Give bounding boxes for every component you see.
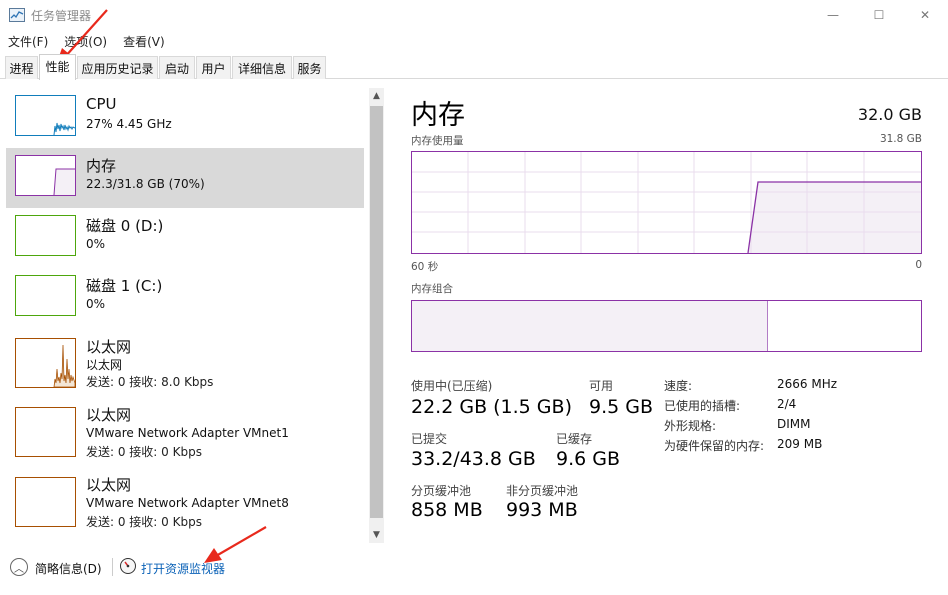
tab-performance[interactable]: 性能 — [39, 54, 76, 80]
sidebar-item-detail: 22.3/31.8 GB (70%) — [86, 177, 205, 191]
memory-total: 32.0 GB — [857, 105, 922, 124]
memory-usage-graph — [411, 151, 922, 254]
sidebar-item-ethernet[interactable]: 以太网 以太网 发送: 0 接收: 8.0 Kbps — [6, 328, 364, 396]
ethernet-thumbnail — [15, 477, 76, 527]
resource-monitor-icon[interactable] — [120, 558, 136, 574]
footer-bar: ︿ 简略信息(D) 打开资源监视器 — [0, 555, 948, 595]
graph-axis-right: 0 — [915, 259, 922, 271]
cached-value: 9.6 GB — [556, 448, 621, 470]
sidebar-item-label: 以太网 — [86, 406, 132, 424]
cached-label: 已缓存 — [556, 432, 593, 446]
menu-view[interactable]: 查看(V) — [115, 31, 173, 51]
in-use-label: 使用中(已压缩) — [411, 379, 493, 393]
sidebar-item-throughput: 发送: 0 接收: 0 Kbps — [86, 445, 202, 459]
speed-value: 2666 MHz — [777, 377, 838, 391]
memory-usage-chart — [412, 152, 921, 253]
form-factor-label: 外形规格: — [664, 419, 717, 433]
form-factor-value: DIMM — [777, 417, 811, 431]
disk-thumbnail — [15, 275, 76, 316]
hardware-reserved-label: 为硬件保留的内存: — [664, 439, 765, 453]
annotation-arrow-icon — [204, 526, 267, 563]
sidebar-item-disk-0[interactable]: 磁盘 0 (D:) 0% — [6, 208, 364, 268]
scroll-down-button[interactable]: ▼ — [369, 527, 384, 543]
sidebar-item-detail: 27% 4.45 GHz — [86, 117, 172, 131]
chevron-down-icon: ▼ — [373, 530, 380, 540]
in-use-value: 22.2 GB (1.5 GB) — [411, 396, 572, 418]
tab-services[interactable]: 服务 — [293, 56, 326, 79]
sidebar-scrollbar[interactable]: ▲ ▼ — [369, 88, 384, 543]
graph-axis-left: 60 秒 — [411, 261, 439, 273]
tab-bar: 进程 性能 应用历史记录 启动 用户 详细信息 服务 — [0, 54, 948, 80]
speed-label: 速度: — [664, 379, 693, 393]
resource-list: CPU 27% 4.45 GHz 内存 22.3/31.8 GB (70%) 磁… — [0, 86, 384, 546]
available-label: 可用 — [589, 379, 614, 393]
sidebar-item-detail: 0% — [86, 237, 106, 251]
sidebar-item-label: CPU — [86, 95, 117, 113]
memory-thumbnail — [15, 155, 76, 196]
sidebar-item-detail: 以太网 — [86, 358, 123, 372]
minimize-icon: — — [827, 8, 839, 22]
cpu-thumbnail — [15, 95, 76, 136]
sidebar-item-label: 磁盘 0 (D:) — [86, 217, 164, 235]
slots-used-value: 2/4 — [777, 397, 797, 411]
usage-graph-label: 内存使用量 — [411, 135, 464, 147]
sidebar-item-detail: VMware Network Adapter VMnet8 — [86, 496, 289, 510]
nonpaged-pool-label: 非分页缓冲池 — [506, 484, 579, 498]
composition-label: 内存组合 — [411, 283, 453, 295]
scroll-thumb[interactable] — [370, 106, 383, 518]
paged-pool-label: 分页缓冲池 — [411, 484, 472, 498]
fewer-details-button[interactable]: 简略信息(D) — [35, 560, 102, 577]
sidebar-item-detail: 0% — [86, 297, 106, 311]
slots-used-label: 已使用的插槽: — [664, 399, 741, 413]
page-title: 内存 — [411, 100, 465, 131]
sidebar-item-memory[interactable]: 内存 22.3/31.8 GB (70%) — [6, 148, 364, 208]
sidebar-item-label: 以太网 — [86, 476, 132, 494]
sidebar-item-cpu[interactable]: CPU 27% 4.45 GHz — [6, 88, 364, 148]
footer-divider — [112, 558, 113, 576]
chevron-up-icon: ▲ — [373, 91, 380, 101]
sidebar-item-detail: VMware Network Adapter VMnet1 — [86, 426, 289, 440]
minimize-button[interactable]: — — [810, 0, 856, 30]
usage-graph-max: 31.8 GB — [879, 133, 922, 145]
sidebar-item-throughput: 发送: 0 接收: 8.0 Kbps — [86, 375, 214, 389]
maximize-icon: ☐ — [873, 8, 885, 22]
menu-file[interactable]: 文件(F) — [0, 31, 56, 51]
close-icon: ✕ — [919, 8, 931, 22]
sidebar-item-throughput: 发送: 0 接收: 0 Kbps — [86, 515, 202, 529]
hardware-reserved-value: 209 MB — [777, 437, 823, 451]
tab-details[interactable]: 详细信息 — [232, 56, 292, 79]
available-value: 9.5 GB — [589, 396, 654, 418]
sidebar-item-vmnet8[interactable]: 以太网 VMware Network Adapter VMnet8 发送: 0 … — [6, 468, 364, 536]
collapse-chevron-icon[interactable]: ︿ — [10, 558, 28, 576]
tab-startup[interactable]: 启动 — [159, 56, 195, 79]
memory-composition-bar — [411, 300, 922, 352]
tab-processes[interactable]: 进程 — [5, 56, 38, 79]
sidebar-item-label: 以太网 — [86, 338, 132, 356]
sidebar-item-vmnet1[interactable]: 以太网 VMware Network Adapter VMnet1 发送: 0 … — [6, 398, 364, 466]
paged-pool-value: 858 MB — [411, 499, 483, 521]
tab-users[interactable]: 用户 — [196, 56, 231, 79]
maximize-button[interactable]: ☐ — [856, 0, 902, 30]
task-manager-icon — [9, 8, 25, 22]
disk-thumbnail — [15, 215, 76, 256]
sidebar-item-disk-1[interactable]: 磁盘 1 (C:) 0% — [6, 268, 364, 328]
nonpaged-pool-value: 993 MB — [506, 499, 578, 521]
committed-value: 33.2/43.8 GB — [411, 448, 536, 470]
ethernet-thumbnail — [15, 338, 76, 388]
title-bar: 任务管理器 — ☐ ✕ — [0, 0, 948, 30]
composition-in-use-segment — [412, 301, 769, 351]
sidebar-item-label: 磁盘 1 (C:) — [86, 277, 163, 295]
ethernet-thumbnail — [15, 407, 76, 457]
scroll-up-button[interactable]: ▲ — [369, 88, 384, 104]
close-button[interactable]: ✕ — [902, 0, 948, 30]
sidebar-item-label: 内存 — [86, 157, 117, 175]
committed-label: 已提交 — [411, 432, 448, 446]
